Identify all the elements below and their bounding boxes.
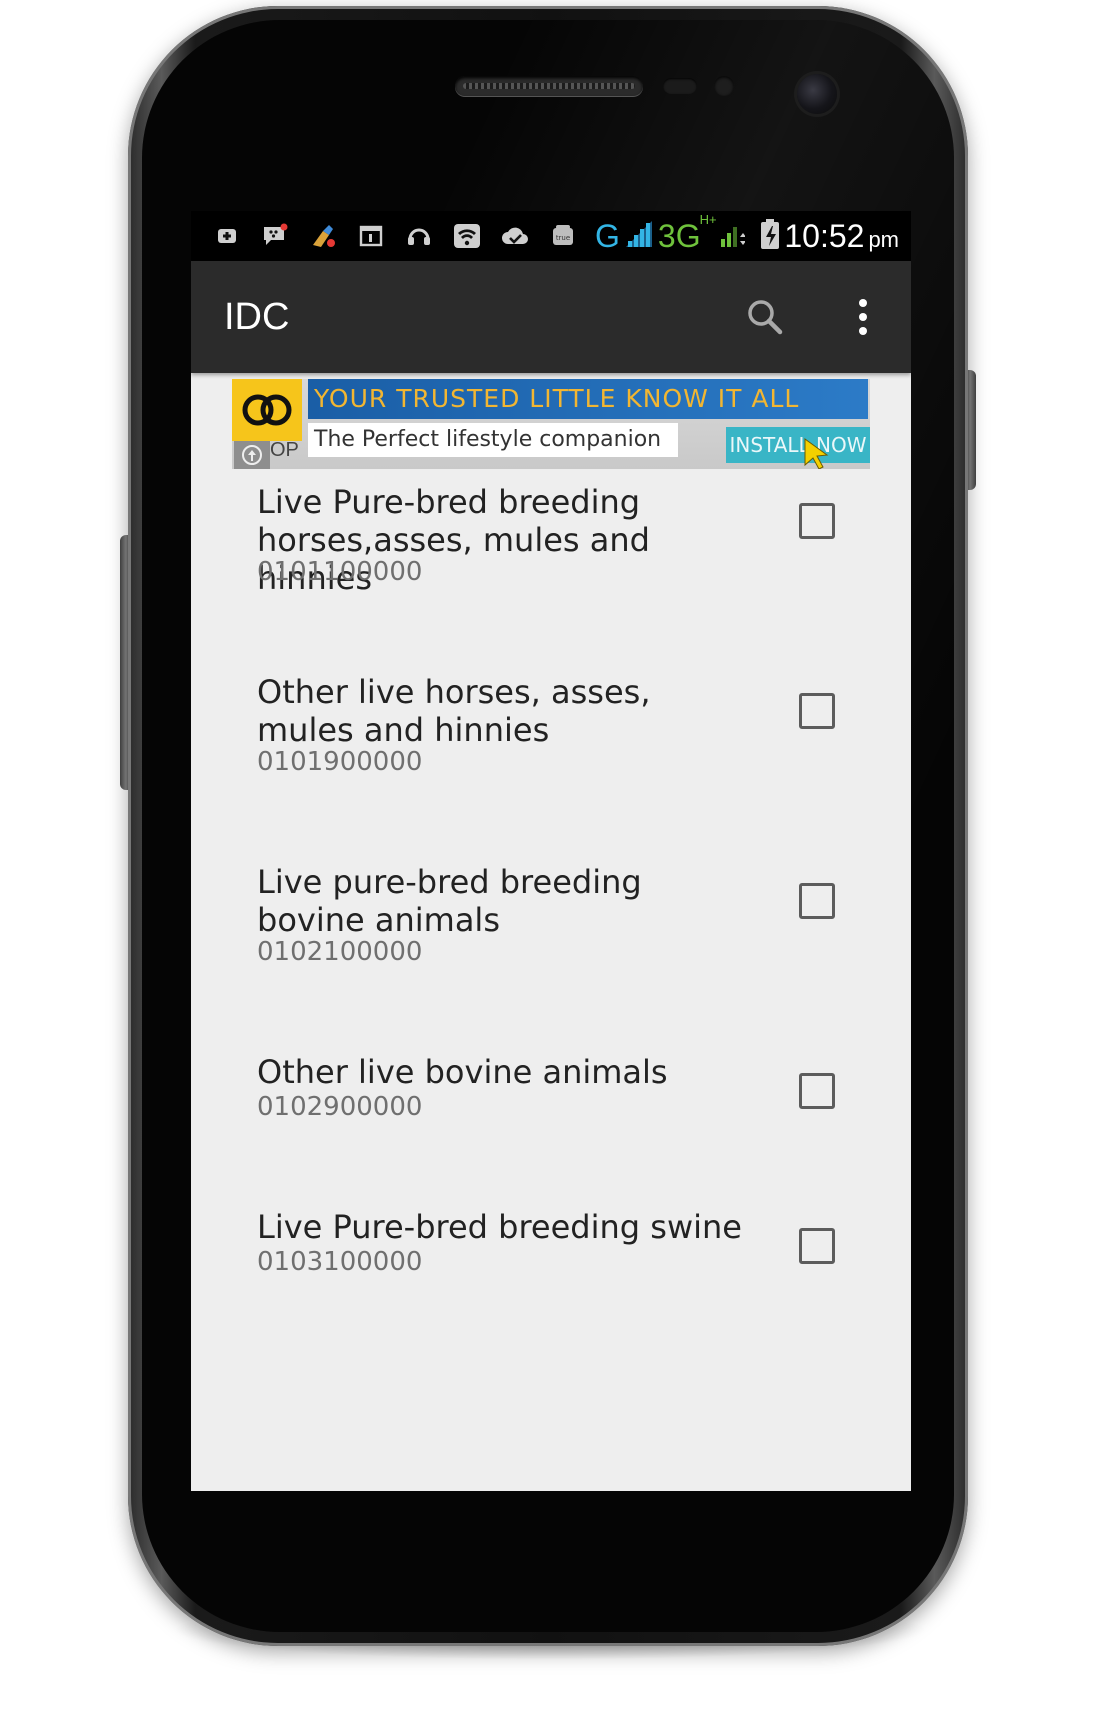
cloud-check-icon <box>501 223 529 249</box>
clock: 10:52 pm <box>784 218 899 255</box>
item-title: Other live horses, asses, mules and hinn… <box>257 673 651 749</box>
clock-time: 10:52 <box>784 217 865 254</box>
item-checkbox[interactable] <box>799 503 835 539</box>
ad-info-icon[interactable] <box>234 441 270 469</box>
item-checkbox[interactable] <box>799 883 835 919</box>
add-icon <box>213 223 241 249</box>
light-sensor <box>714 76 734 96</box>
list-item[interactable]: Live Pure-bred breeding swine 0103100000 <box>191 1194 911 1349</box>
proximity-sensor <box>663 78 697 94</box>
list-item[interactable]: Other live horses, asses, mules and hinn… <box>191 659 911 849</box>
calendar-icon <box>357 223 385 249</box>
clock-suffix: pm <box>868 226 899 252</box>
signal-3g-strength-icon <box>719 219 746 254</box>
svg-text:true: true <box>556 234 570 242</box>
item-checkbox[interactable] <box>799 1228 835 1264</box>
more-vert-icon <box>859 299 867 335</box>
battery-charging-icon <box>759 218 781 255</box>
network-3g-label: 3G H+ <box>657 212 717 255</box>
truemove-icon: true <box>549 223 577 249</box>
search-icon <box>748 300 783 335</box>
ad-headline: YOUR TRUSTED LITTLE KNOW IT ALL <box>308 379 868 419</box>
signal-strength-icon <box>624 219 654 254</box>
action-bar: IDC <box>191 261 911 373</box>
ad-install-button[interactable]: INSTALL NOW <box>726 427 870 463</box>
item-code: 0101900000 <box>257 747 423 777</box>
list-item[interactable]: Live pure-bred breeding bovine animals 0… <box>191 849 911 1039</box>
network-3g-badge: H+ <box>699 211 717 227</box>
item-checkbox[interactable] <box>799 693 835 729</box>
ad-cursor-icon <box>804 438 829 469</box>
list-item[interactable]: Other live bovine animals 0102900000 <box>191 1039 911 1194</box>
search-button[interactable] <box>733 285 797 349</box>
rings-logo-icon <box>242 394 292 426</box>
item-code: 0102900000 <box>257 1092 423 1122</box>
list-item[interactable]: Live Pure-bred breeding horses,asses, mu… <box>191 469 911 659</box>
screen: true G 3G H+ 10:52 pm IDC OP YOUR TRUSTE… <box>191 211 911 1491</box>
item-title: Live pure-bred breeding bovine animals <box>257 863 642 939</box>
network-indicators: G 3G H+ <box>595 212 781 255</box>
item-code: 0103100000 <box>257 1247 423 1277</box>
front-camera <box>797 74 837 114</box>
network-3g-text: 3G <box>657 217 701 254</box>
wifi-icon <box>453 223 481 249</box>
item-code: 0102100000 <box>257 937 423 967</box>
ad-subline: The Perfect lifestyle companion <box>308 423 678 457</box>
app-title: IDC <box>224 295 290 338</box>
status-bar: true G 3G H+ 10:52 pm <box>191 211 911 261</box>
item-code: 0101100000 <box>257 557 423 587</box>
ad-banner[interactable]: OP YOUR TRUSTED LITTLE KNOW IT ALL The P… <box>232 379 870 469</box>
item-checkbox[interactable] <box>799 1073 835 1109</box>
item-title: Other live bovine animals <box>257 1053 668 1091</box>
ad-logo-label: OP <box>270 439 299 461</box>
overflow-menu-button[interactable] <box>831 285 895 349</box>
paint-icon <box>309 223 337 249</box>
network-g-label: G <box>595 217 620 254</box>
earpiece-speaker <box>455 76 643 96</box>
ad-logo <box>232 379 302 441</box>
bbm-icon <box>261 223 289 249</box>
notification-icons: true <box>213 223 577 249</box>
headset-icon <box>405 223 433 249</box>
item-title: Live Pure-bred breeding swine <box>257 1208 742 1246</box>
